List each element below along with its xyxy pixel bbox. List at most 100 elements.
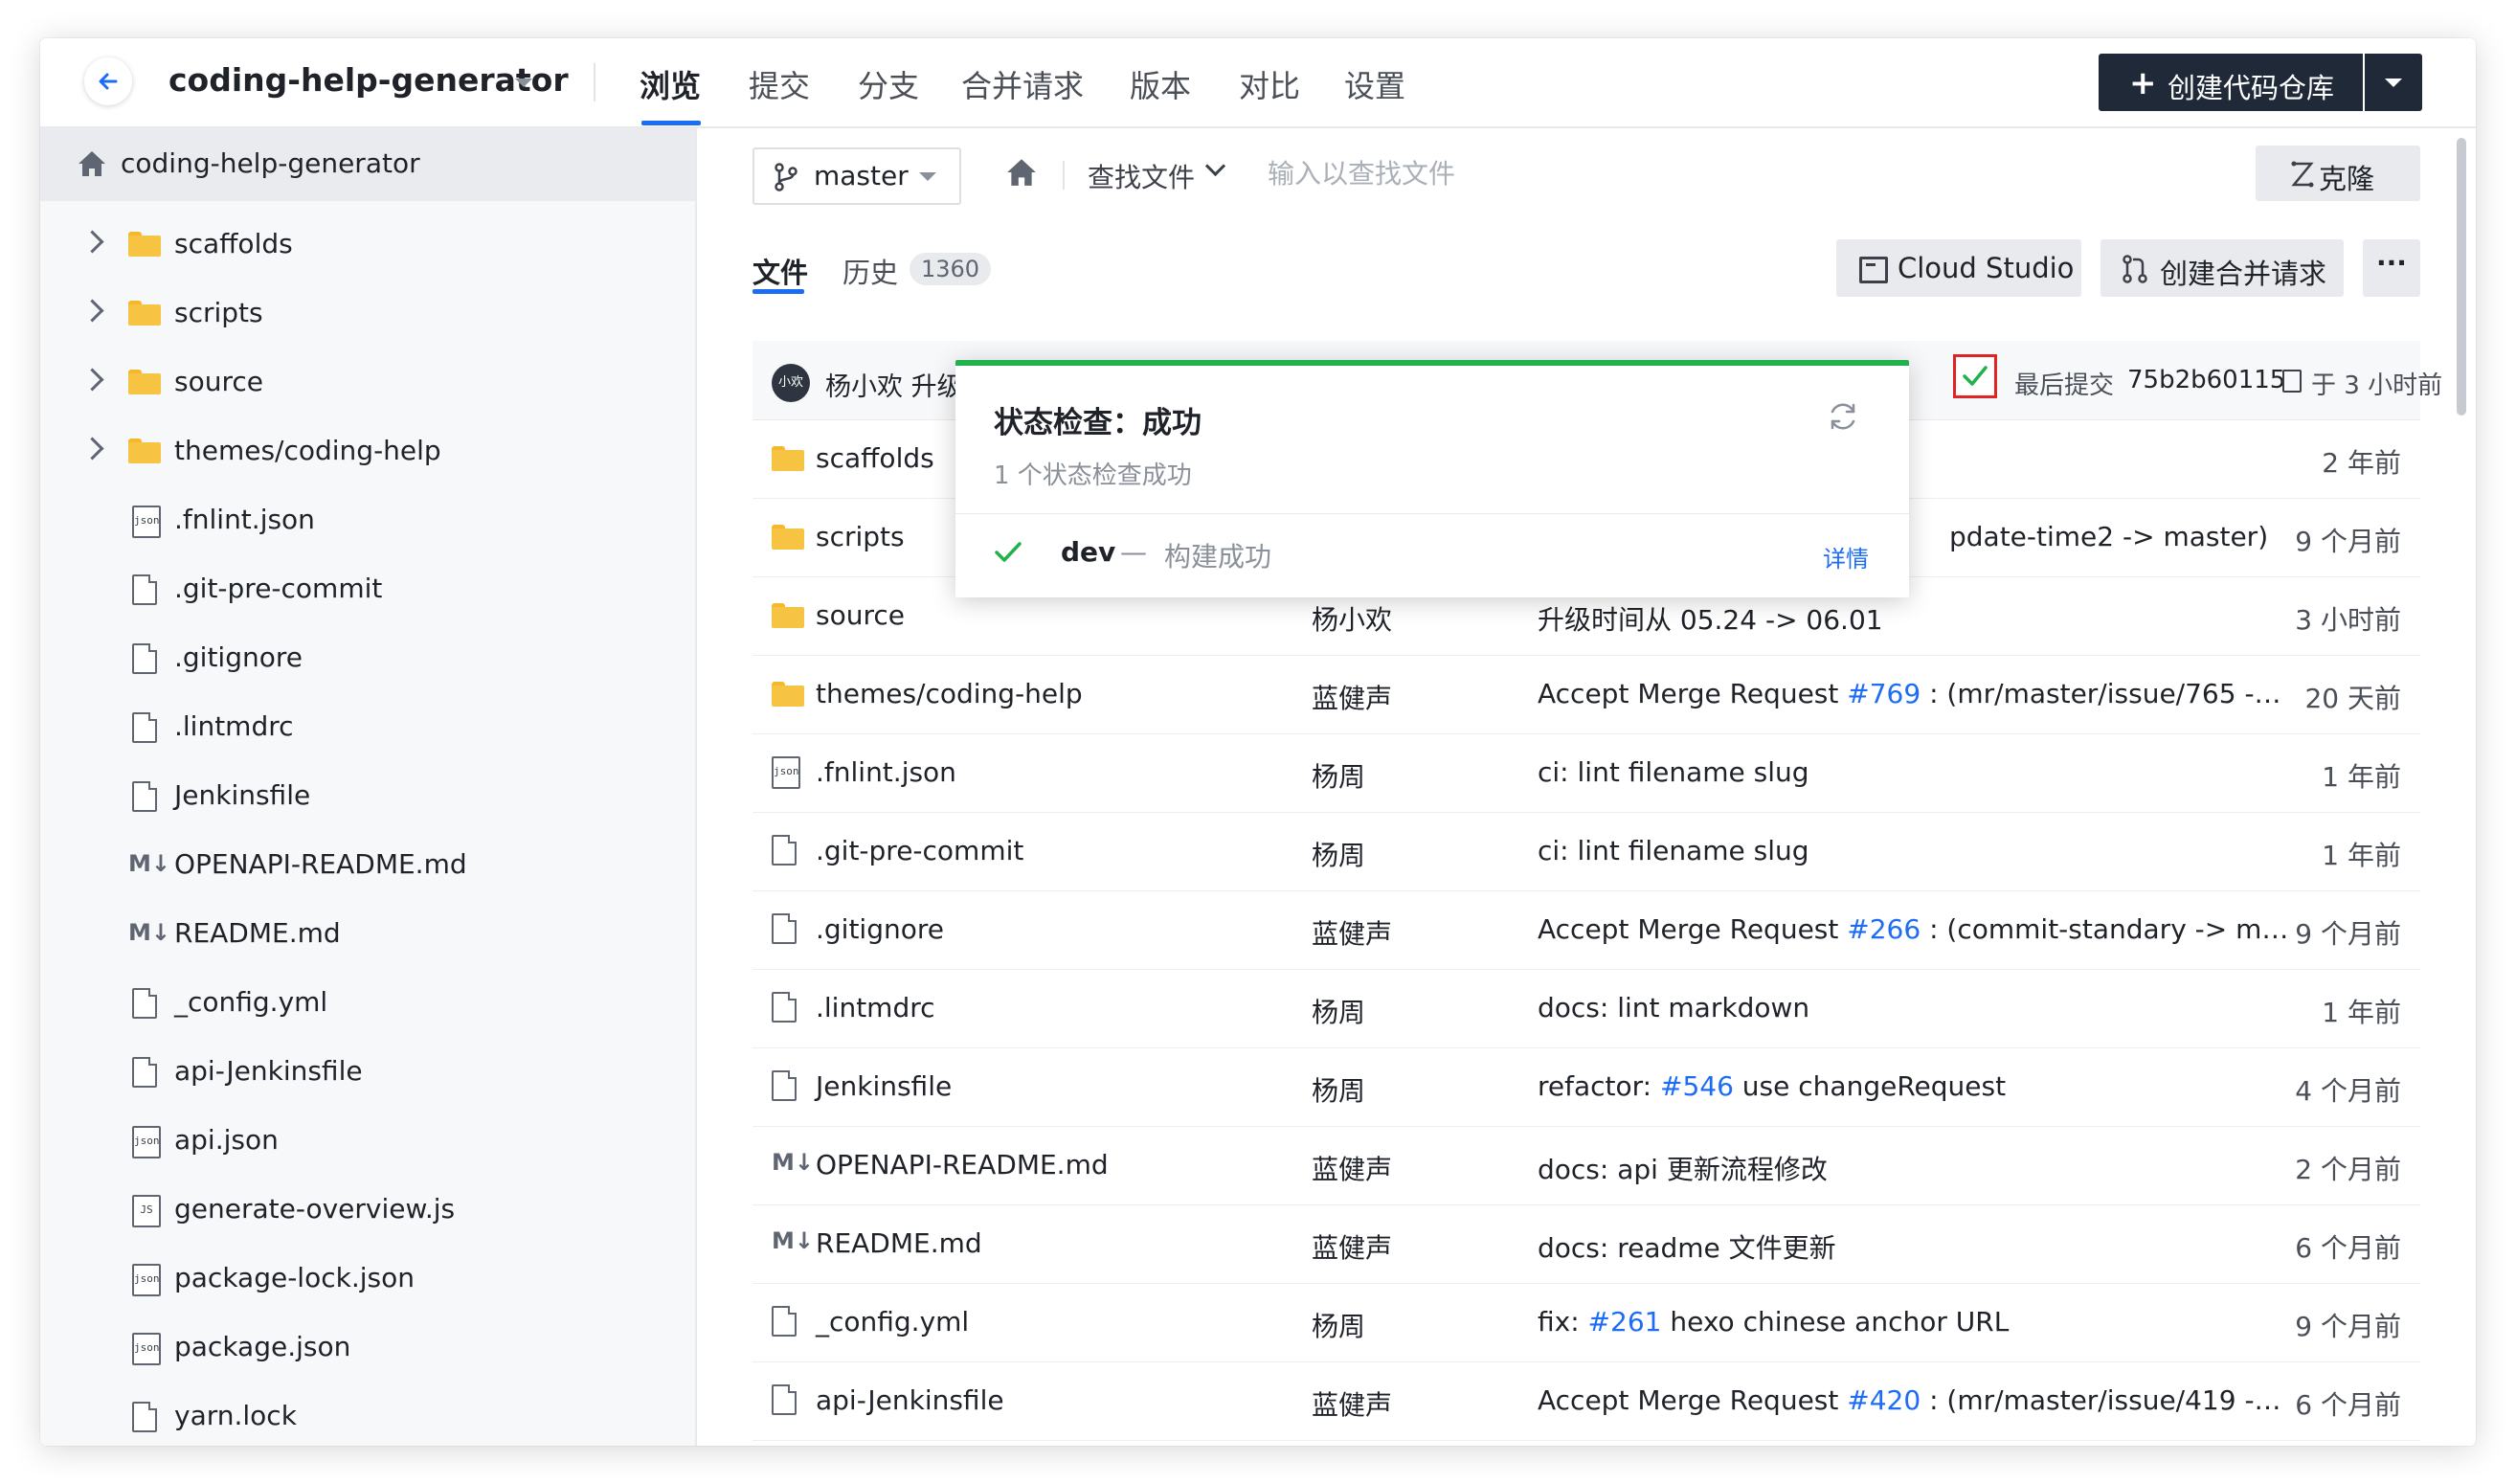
chevron-right-icon[interactable] bbox=[80, 368, 104, 392]
tab-history[interactable]: 历史 bbox=[842, 251, 898, 291]
nav-merge-requests[interactable]: 合并请求 bbox=[961, 62, 1084, 106]
table-row[interactable]: api-Jenkinsfile 蓝健声 Accept Merge Request #… bbox=[753, 1361, 2420, 1441]
sidebar-item[interactable]: json api.json bbox=[40, 1107, 695, 1176]
commit-message[interactable]: Accept Merge Request #769 : (mr/master/i… bbox=[1538, 678, 2281, 709]
sidebar-item[interactable]: JS generate-overview.js bbox=[40, 1176, 695, 1245]
branch-selector[interactable]: master bbox=[753, 147, 961, 205]
file-author[interactable]: 蓝健声 bbox=[1312, 678, 1392, 716]
sidebar-item[interactable]: api-Jenkinsfile bbox=[40, 1038, 695, 1107]
sidebar-item[interactable]: json package.json bbox=[40, 1314, 695, 1383]
commit-hash[interactable]: 75b2b60115 bbox=[2127, 366, 2285, 394]
sidebar-item[interactable]: .gitignore bbox=[40, 624, 695, 693]
chevron-right-icon[interactable] bbox=[80, 437, 104, 461]
find-file-dropdown[interactable]: 查找文件 bbox=[1088, 157, 1195, 195]
table-row[interactable]: M↓ OPENAPI-README.md 蓝健声 docs: api 更新流程修改 2 … bbox=[753, 1126, 2420, 1205]
commit-message[interactable]: pdate-time2 -> master) bbox=[1949, 521, 2268, 552]
scrollbar[interactable] bbox=[2457, 138, 2466, 416]
table-row[interactable]: Jenkinsfile 杨周 refactor: #546 use changeRe… bbox=[753, 1047, 2420, 1127]
table-row[interactable]: json .fnlint.json 杨周 ci: lint filename slug… bbox=[753, 733, 2420, 813]
commit-message[interactable]: Accept Merge Request #420 : (mr/master/i… bbox=[1538, 1384, 2281, 1416]
refresh-icon[interactable] bbox=[1827, 400, 1859, 433]
file-name-link[interactable]: themes/coding-help bbox=[816, 678, 1083, 709]
table-row[interactable]: .lintmdrc 杨周 docs: lint markdown 1 年前 bbox=[753, 969, 2420, 1048]
merge-request-link[interactable]: #266 bbox=[1847, 913, 1921, 945]
commit-message[interactable]: ci: lint filename slug bbox=[1538, 756, 1809, 788]
find-file-input[interactable] bbox=[1266, 149, 1806, 197]
file-name-link[interactable]: OPENAPI-README.md bbox=[816, 1149, 1109, 1180]
sidebar-item[interactable]: scaffolds bbox=[40, 211, 695, 280]
table-row[interactable]: themes/coding-help 蓝健声 Accept Merge Reques… bbox=[753, 655, 2420, 734]
more-options-button[interactable]: ··· bbox=[2363, 239, 2420, 297]
commit-message[interactable]: docs: api 更新流程修改 bbox=[1538, 1149, 1828, 1187]
file-name-link[interactable]: README.md bbox=[816, 1227, 982, 1259]
table-row[interactable]: .gitignore 蓝健声 Accept Merge Request #266 :… bbox=[753, 890, 2420, 970]
nav-branches[interactable]: 分支 bbox=[858, 62, 919, 106]
sidebar-item[interactable]: json package-lock.json bbox=[40, 1245, 695, 1314]
check-details-link[interactable]: 详情 bbox=[1823, 540, 1869, 573]
avatar[interactable]: 小欢 bbox=[772, 364, 810, 402]
file-author[interactable]: 蓝健声 bbox=[1312, 1149, 1392, 1187]
sidebar-item[interactable]: M↓ OPENAPI-README.md bbox=[40, 831, 695, 900]
file-name-link[interactable]: _config.yml bbox=[816, 1306, 969, 1338]
commit-message[interactable]: docs: readme 文件更新 bbox=[1538, 1227, 1836, 1266]
home-icon[interactable] bbox=[1005, 157, 1038, 188]
file-name-link[interactable]: source bbox=[816, 599, 905, 631]
status-check-button[interactable] bbox=[1953, 354, 1997, 398]
table-row[interactable]: _config.yml 杨周 fix: #261 hexo chinese anch… bbox=[753, 1283, 2420, 1362]
file-author[interactable]: 杨周 bbox=[1312, 835, 1365, 873]
nav-compare[interactable]: 对比 bbox=[1239, 62, 1300, 106]
tab-files[interactable]: 文件 bbox=[753, 251, 808, 291]
file-author[interactable]: 杨周 bbox=[1312, 1306, 1365, 1344]
repo-dropdown-caret-icon[interactable] bbox=[515, 79, 532, 87]
sidebar-item[interactable]: .git-pre-commit bbox=[40, 555, 695, 624]
sidebar-item[interactable]: .lintmdrc bbox=[40, 693, 695, 762]
file-author[interactable]: 杨周 bbox=[1312, 992, 1365, 1030]
file-name-link[interactable]: .git-pre-commit bbox=[816, 835, 1023, 866]
table-row[interactable]: M↓ README.md 蓝健声 docs: readme 文件更新 6 个月前 bbox=[753, 1204, 2420, 1284]
file-author[interactable]: 杨小欢 bbox=[1312, 599, 1392, 638]
merge-request-link[interactable]: #769 bbox=[1847, 678, 1921, 709]
sidebar-item[interactable]: _config.yml bbox=[40, 969, 695, 1038]
file-name-link[interactable]: .fnlint.json bbox=[816, 756, 956, 788]
nav-browse[interactable]: 浏览 bbox=[640, 62, 701, 106]
file-name-link[interactable]: scaffolds bbox=[816, 442, 934, 474]
sidebar-item[interactable]: scripts bbox=[40, 280, 695, 349]
merge-request-link[interactable]: #261 bbox=[1588, 1306, 1662, 1338]
file-author[interactable]: 杨周 bbox=[1312, 756, 1365, 795]
sidebar-item[interactable]: yarn.lock bbox=[40, 1383, 695, 1446]
file-author[interactable]: 杨周 bbox=[1312, 1070, 1365, 1109]
clone-button[interactable]: 克隆 bbox=[2256, 146, 2420, 201]
commit-message[interactable]: docs: lint markdown bbox=[1538, 992, 1809, 1023]
sidebar-item[interactable]: Jenkinsfile bbox=[40, 762, 695, 831]
back-button[interactable] bbox=[84, 57, 132, 105]
sidebar-item[interactable]: source bbox=[40, 349, 695, 417]
nav-settings[interactable]: 设置 bbox=[1344, 62, 1405, 106]
nav-commits[interactable]: 提交 bbox=[749, 62, 810, 106]
file-name-link[interactable]: .lintmdrc bbox=[816, 992, 935, 1023]
merge-request-link[interactable]: #546 bbox=[1660, 1070, 1734, 1102]
copy-icon[interactable] bbox=[2282, 370, 2302, 393]
chevron-down-icon[interactable] bbox=[1204, 155, 1226, 177]
file-name-link[interactable]: Jenkinsfile bbox=[816, 1070, 952, 1102]
commit-message[interactable]: refactor: #546 use changeRequest bbox=[1538, 1070, 2006, 1102]
commit-message[interactable]: ci: lint filename slug bbox=[1538, 835, 1809, 866]
file-author[interactable]: 蓝健声 bbox=[1312, 913, 1392, 952]
file-name-link[interactable]: api-Jenkinsfile bbox=[816, 1384, 1004, 1416]
create-merge-request-button[interactable]: 创建合并请求 bbox=[2100, 239, 2344, 297]
commit-message[interactable]: 升级时间从 05.24 -> 06.01 bbox=[1538, 599, 1883, 638]
table-row[interactable]: .git-pre-commit 杨周 ci: lint filename slug 1… bbox=[753, 812, 2420, 891]
commit-message[interactable]: Accept Merge Request #266 : (commit-stan… bbox=[1538, 913, 2288, 945]
repo-title[interactable]: coding-help-generator bbox=[168, 61, 569, 99]
file-name-link[interactable]: scripts bbox=[816, 521, 905, 552]
chevron-right-icon[interactable] bbox=[80, 299, 104, 323]
chevron-right-icon[interactable] bbox=[80, 230, 104, 254]
sidebar-root-item[interactable]: coding-help-generator bbox=[40, 128, 695, 201]
sidebar-item[interactable]: M↓ README.md bbox=[40, 900, 695, 969]
cloud-studio-button[interactable]: Cloud Studio bbox=[1836, 239, 2081, 297]
commit-message[interactable]: fix: #261 hexo chinese anchor URL bbox=[1538, 1306, 2009, 1338]
commit-author[interactable]: 杨小欢 升级 bbox=[825, 366, 963, 403]
create-repo-dropdown-button[interactable] bbox=[2365, 54, 2422, 111]
nav-releases[interactable]: 版本 bbox=[1130, 62, 1191, 106]
sidebar-item[interactable]: themes/coding-help bbox=[40, 417, 695, 486]
file-name-link[interactable]: .gitignore bbox=[816, 913, 944, 945]
